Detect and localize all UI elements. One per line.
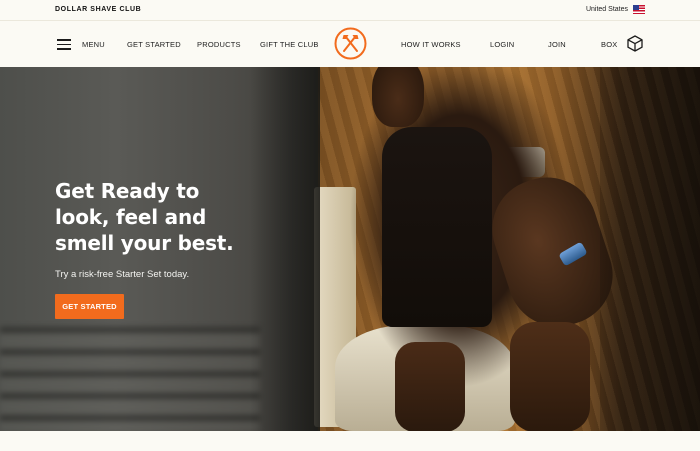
- nav-get-started[interactable]: GET STARTED: [127, 40, 181, 49]
- nav-how-it-works[interactable]: HOW IT WORKS: [401, 40, 461, 49]
- hamburger-icon[interactable]: [57, 38, 71, 50]
- nav-join[interactable]: JOIN: [548, 40, 566, 49]
- hero-subtitle: Try a risk-free Starter Set today.: [55, 269, 190, 280]
- hero-title-line-1: Get Ready to: [55, 179, 200, 203]
- nav-products[interactable]: PRODUCTS: [197, 40, 241, 49]
- hero-title-line-2: look, feel and: [55, 205, 207, 229]
- page-bottom: [0, 431, 700, 451]
- box-cube-icon[interactable]: [627, 35, 643, 52]
- hero-banner: Get Ready to look, feel and smell your b…: [0, 67, 700, 431]
- main-nav: MENU GET STARTED PRODUCTS GIFT THE CLUB …: [0, 21, 700, 67]
- hero-title-line-3: smell your best.: [55, 231, 234, 255]
- utility-bar: DOLLAR SHAVE CLUB United States: [0, 0, 700, 21]
- hero-title: Get Ready to look, feel and smell your b…: [55, 178, 295, 256]
- nav-gift-the-club[interactable]: GIFT THE CLUB: [260, 40, 319, 49]
- nav-box[interactable]: BOX: [601, 40, 617, 49]
- brand-name[interactable]: DOLLAR SHAVE CLUB: [55, 6, 141, 13]
- get-started-button[interactable]: GET STARTED: [55, 294, 124, 319]
- nav-menu[interactable]: MENU: [82, 40, 105, 49]
- country-selector-label[interactable]: United States: [586, 6, 628, 13]
- dsc-logo-icon[interactable]: [334, 27, 367, 60]
- nav-login[interactable]: LOGIN: [490, 40, 514, 49]
- us-flag-icon[interactable]: [633, 5, 645, 14]
